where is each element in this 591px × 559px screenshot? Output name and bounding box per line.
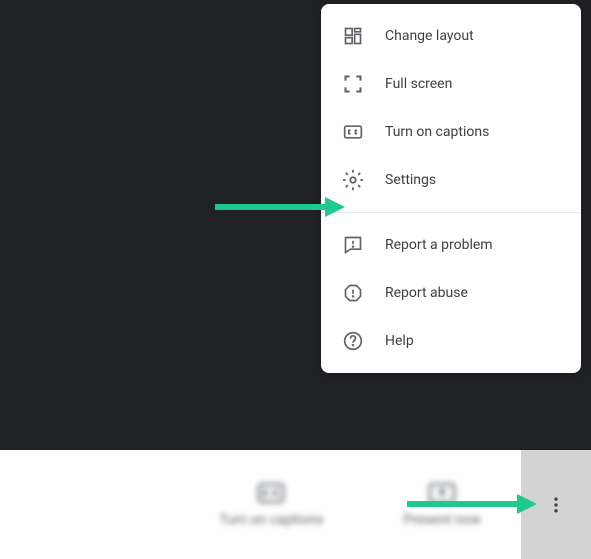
menu-item-report-abuse[interactable]: Report abuse	[321, 269, 581, 317]
menu-item-label: Help	[385, 333, 414, 349]
menu-item-settings[interactable]: Settings	[321, 156, 581, 204]
menu-item-captions[interactable]: Turn on captions	[321, 108, 581, 156]
present-label: Present now	[403, 512, 481, 528]
menu-item-change-layout[interactable]: Change layout	[321, 12, 581, 60]
fullscreen-icon	[341, 72, 365, 96]
help-icon	[341, 329, 365, 353]
bottom-toolbar: Turn on captions Present now	[0, 450, 591, 559]
menu-item-label: Report a problem	[385, 237, 493, 253]
menu-item-label: Settings	[385, 172, 436, 188]
menu-item-label: Report abuse	[385, 285, 468, 301]
menu-item-label: Full screen	[385, 76, 452, 92]
menu-item-label: Turn on captions	[385, 124, 489, 140]
more-options-button[interactable]	[521, 450, 591, 559]
menu-item-report-problem[interactable]: Report a problem	[321, 221, 581, 269]
captions-label: Turn on captions	[219, 512, 323, 528]
captions-icon	[341, 120, 365, 144]
report-problem-icon	[341, 233, 365, 257]
more-options-menu: Change layout Full screen Turn on captio…	[321, 4, 581, 373]
settings-icon	[341, 168, 365, 192]
captions-button[interactable]: Turn on captions	[179, 482, 363, 528]
menu-item-fullscreen[interactable]: Full screen	[321, 60, 581, 108]
report-abuse-icon	[341, 281, 365, 305]
menu-divider	[321, 212, 581, 213]
present-icon	[428, 482, 456, 504]
present-button[interactable]: Present now	[363, 482, 521, 528]
captions-icon	[257, 482, 285, 504]
menu-item-label: Change layout	[385, 28, 474, 44]
more-vertical-icon	[546, 495, 566, 515]
change-layout-icon	[341, 24, 365, 48]
menu-item-help[interactable]: Help	[321, 317, 581, 365]
